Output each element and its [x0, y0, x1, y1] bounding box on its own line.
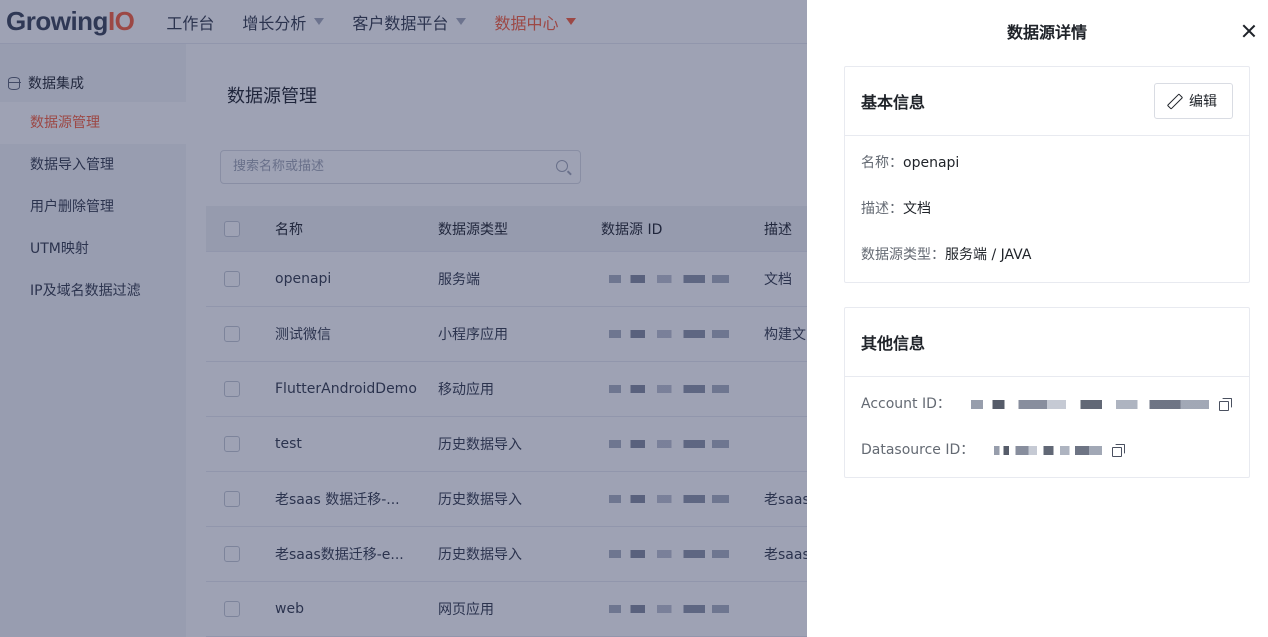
datasource-name-value: openapi [903, 155, 960, 171]
other-info-title: 其他信息 [861, 334, 926, 353]
basic-info-title: 基本信息 [861, 93, 926, 112]
copy-icon[interactable] [1218, 398, 1232, 411]
info-row-datasource-id: Datasource ID： [861, 439, 1233, 485]
drawer-title: 数据源详情 [1006, 23, 1087, 42]
redacted-account-id [970, 400, 1209, 409]
info-row-desc: 描述： 文档 [861, 198, 1233, 244]
basic-info-card: 基本信息 编辑 名称： openapi 描述： 文档 数据源类型： 服务端 / … [844, 66, 1250, 283]
close-icon[interactable] [1242, 24, 1256, 38]
pencil-icon [1167, 94, 1181, 108]
other-info-card: 其他信息 Account ID： Datasource ID： [844, 307, 1250, 478]
datasource-type-value: 服务端 / JAVA [945, 247, 1032, 263]
redacted-datasource-id [994, 446, 1103, 455]
edit-button[interactable]: 编辑 [1154, 83, 1233, 119]
datasource-desc-value: 文档 [903, 201, 931, 217]
copy-icon[interactable] [1112, 444, 1126, 457]
info-row-account-id: Account ID： [861, 393, 1233, 439]
info-row-type: 数据源类型： 服务端 / JAVA [861, 244, 1233, 290]
datasource-detail-drawer: 数据源详情 基本信息 编辑 名称： openapi 描述： 文档 数据源类型： … [807, 0, 1268, 637]
info-row-name: 名称： openapi [861, 152, 1233, 198]
